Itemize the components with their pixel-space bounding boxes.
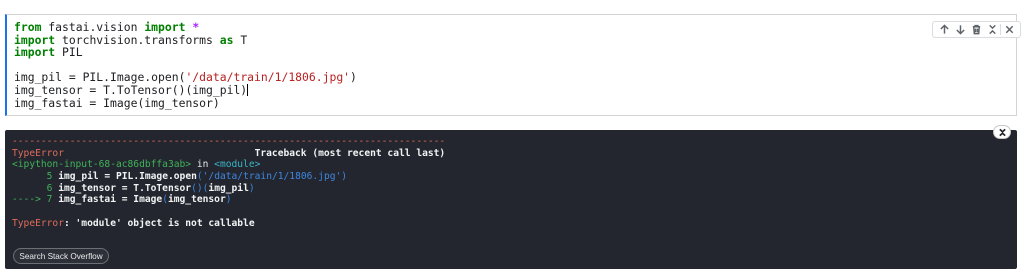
traceback-line: 6 img_tensor = T.ToTensor()(img_pil)	[12, 183, 445, 195]
traceback-line: TypeError Traceback (most recent call la…	[12, 148, 445, 160]
traceback-token: in	[191, 159, 215, 171]
code-token: as	[219, 32, 234, 47]
code-editor[interactable]: from fastai.vision import * import torchv…	[14, 21, 357, 109]
traceback-token: )	[248, 182, 255, 194]
code-token: T	[233, 32, 248, 47]
traceback-token: 5	[12, 171, 53, 183]
code-line: img_fastai = Image(img_tensor)	[14, 95, 357, 110]
traceback-token: )	[341, 171, 348, 183]
traceback-token: ----------------------------------------…	[12, 136, 446, 147]
code-cell[interactable]: from fastai.vision import * import torchv…	[5, 14, 1021, 116]
traceback-token: img_tensor = T	[52, 182, 140, 194]
traceback-token: ToTensor	[144, 182, 192, 194]
traceback-token: Traceback (most recent call last)	[63, 147, 446, 159]
code-token: PIL	[55, 45, 83, 60]
code-token: )	[350, 70, 357, 85]
traceback-token: '/data/train/1/1806.jpg'	[202, 171, 342, 183]
text-cursor	[247, 83, 249, 96]
cell-output: ----------------------------------------…	[5, 130, 1017, 269]
traceback-token: TypeError	[12, 147, 64, 159]
traceback-token: TypeError	[12, 217, 64, 229]
traceback-text: ----------------------------------------…	[12, 136, 445, 230]
traceback-line: ----> 7 img_fastai = Image(img_tensor)	[12, 194, 445, 206]
collapse-icon[interactable]	[984, 22, 1000, 37]
arrow-down-icon[interactable]	[952, 22, 968, 37]
traceback-line: TypeError: 'module' object is not callab…	[12, 218, 445, 230]
traceback-token: img_tensor	[167, 194, 226, 206]
traceback-line	[12, 206, 445, 218]
traceback-line: 5 img_pil = PIL.Image.open('/data/train/…	[12, 171, 445, 183]
close-icon[interactable]	[1001, 22, 1017, 37]
traceback-token: <module>	[214, 159, 261, 171]
delete-icon[interactable]	[968, 22, 984, 37]
traceback-token: ----> 7	[12, 194, 53, 206]
collapse-output-icon	[998, 128, 1006, 136]
traceback-token: Image	[139, 171, 168, 183]
collapse-output-button[interactable]	[993, 125, 1011, 139]
traceback-token: ()	[191, 182, 203, 194]
traceback-line: ----------------------------------------…	[12, 136, 445, 148]
traceback-line: <ipython-input-68-ac86dbffa3ab> in <modu…	[12, 159, 445, 171]
traceback-token: 6	[12, 182, 53, 194]
cell-toolbar	[932, 21, 1021, 38]
traceback-token: )	[225, 194, 232, 206]
traceback-token: open	[173, 171, 197, 183]
code-line: import PIL	[14, 46, 357, 59]
traceback-token: img_fastai = Image	[52, 194, 163, 206]
traceback-token: <ipython-input-68-ac86dbffa3ab>	[12, 159, 192, 171]
traceback-token: img_pil	[208, 182, 249, 194]
search-stack-overflow-button[interactable]: Search Stack Overflow	[13, 248, 109, 264]
traceback-token: : 'module' object is not callable	[63, 217, 255, 229]
traceback-token: img_pil = PIL	[52, 171, 134, 183]
code-token: img_fastai = Image(img_tensor)	[14, 95, 220, 110]
arrow-up-icon[interactable]	[936, 22, 952, 37]
